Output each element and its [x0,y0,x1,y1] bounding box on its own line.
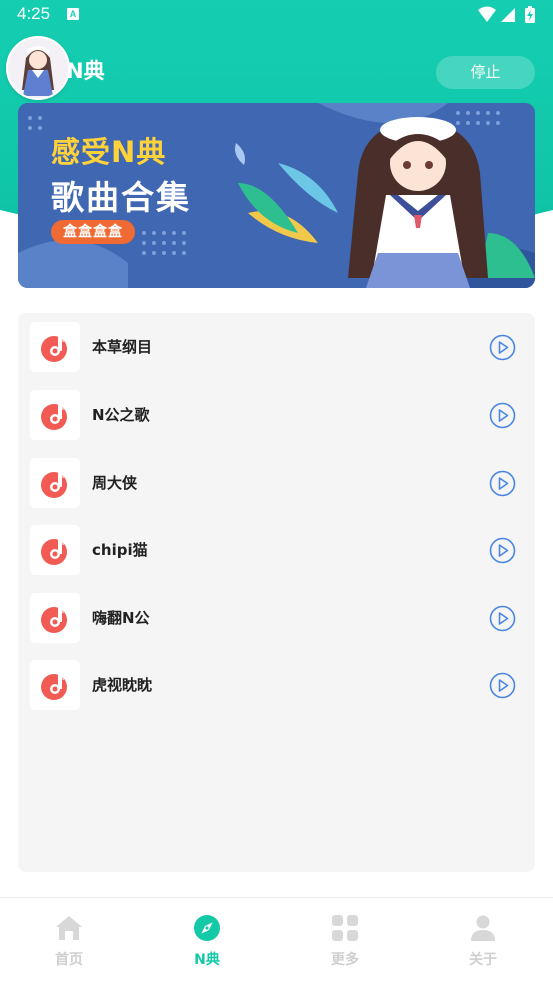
wifi-icon [478,6,496,22]
music-note-icon [30,458,80,508]
page-title: N典 [66,59,105,83]
song-title: 嗨翻N公 [92,609,150,627]
music-note-icon [30,525,80,575]
nav-label: N典 [194,952,220,968]
signal-icon [501,8,515,22]
music-note-icon [30,390,80,440]
person-icon [471,915,495,941]
battery-icon [525,6,535,23]
banner-title: 感受N典 [51,135,167,169]
play-icon[interactable] [489,672,516,699]
status-icons [478,6,535,23]
banner[interactable]: 感受N典 歌曲合集 盒盒盒盒 [18,103,535,288]
song-title: N公之歌 [92,406,150,424]
play-icon[interactable] [489,537,516,564]
play-icon[interactable] [489,605,516,632]
status-bar: 4:25 A [0,0,553,30]
list-item[interactable]: N公之歌 [18,390,535,440]
avatar-illustration [8,38,68,98]
nav-item-more[interactable]: 更多 [276,898,414,985]
grid-icon [332,915,358,941]
nav-label: 首页 [55,952,83,968]
play-icon[interactable] [489,402,516,429]
compass-icon [194,915,220,941]
nav-label: 关于 [469,952,497,968]
list-item[interactable]: 本草纲目 [18,322,535,372]
banner-subtitle: 歌曲合集 [51,178,191,217]
song-title: 周大侠 [92,474,138,492]
song-title: 虎视眈眈 [92,676,153,694]
list-item[interactable]: chipi猫 [18,525,535,575]
music-note-icon [30,593,80,643]
music-note-icon [30,660,80,710]
stop-button[interactable]: 停止 [436,56,535,89]
list-item[interactable]: 周大侠 [18,458,535,508]
status-time: 4:25 [17,4,51,23]
song-list: 本草纲目 N公之歌 周大侠 chipi猫 嗨翻N公 虎视眈眈 [18,313,535,872]
nav-item-about[interactable]: 关于 [414,898,552,985]
notification-icon: A [67,8,79,20]
play-icon[interactable] [489,334,516,361]
list-item[interactable]: 虎视眈眈 [18,660,535,710]
banner-tag: 盒盒盒盒 [51,220,135,244]
list-item[interactable]: 嗨翻N公 [18,593,535,643]
home-icon [56,916,82,940]
song-title: 本草纲目 [92,338,153,356]
bottom-nav: 首页 N典 更多 关于 [0,897,553,985]
song-title: chipi猫 [92,541,148,559]
nav-label: 更多 [331,952,359,968]
music-note-icon [30,322,80,372]
play-icon[interactable] [489,470,516,497]
avatar[interactable] [6,36,70,100]
nav-item-home[interactable]: 首页 [0,898,138,985]
nav-item-ndian[interactable]: N典 [138,898,276,985]
